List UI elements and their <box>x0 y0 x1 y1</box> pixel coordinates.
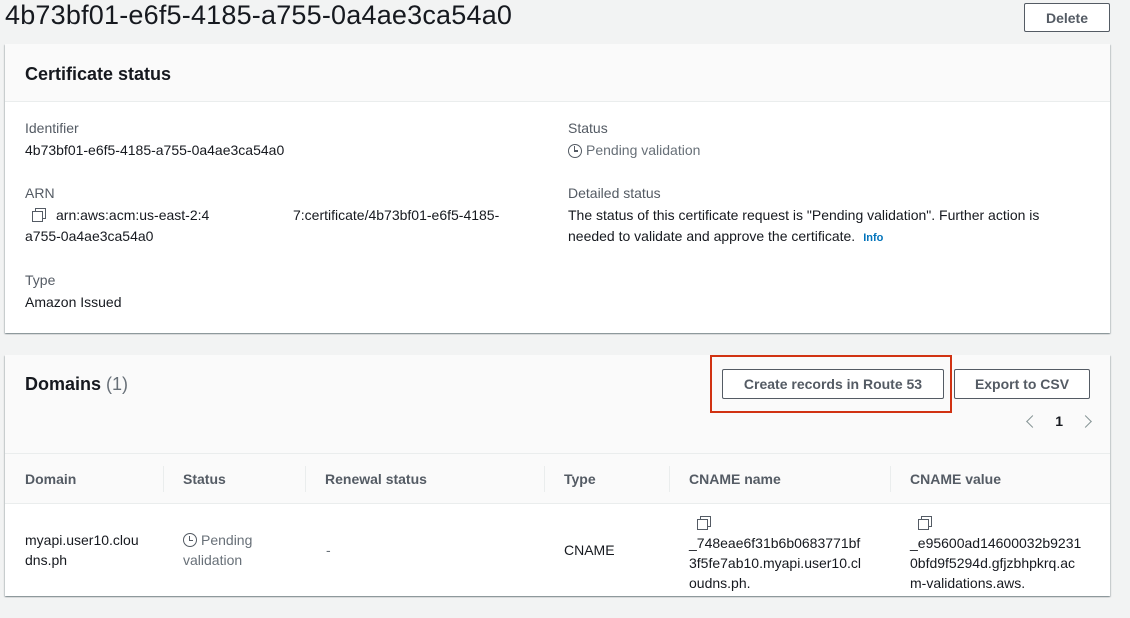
identifier-field: Identifier 4b73bf01-e6f5-4185-a755-0a4ae… <box>25 120 284 161</box>
copy-icon[interactable] <box>918 516 932 530</box>
column-header-type-label: Type <box>564 471 596 487</box>
delete-button[interactable]: Delete <box>1024 3 1110 32</box>
column-header-status[interactable]: Status <box>163 454 305 504</box>
column-separator <box>163 466 164 492</box>
info-link[interactable]: Info <box>863 232 883 244</box>
detailed-status-field: Detailed status The status of this certi… <box>568 185 1088 249</box>
row-status-line1: Pending <box>201 532 253 548</box>
cname-value-line1: _e95600ad14600032b9231 <box>910 535 1082 551</box>
column-header-cname-name-label: CNAME name <box>689 471 781 487</box>
status-cell: Pending validation <box>183 530 252 570</box>
clock-icon <box>183 533 197 547</box>
identifier-label: Identifier <box>25 120 79 136</box>
column-separator <box>305 466 306 492</box>
cname-value-line3: m-validations.aws. <box>910 575 1026 591</box>
cname-name-line2: 3f5fe7ab10.myapi.user10.cl <box>689 555 861 571</box>
type-label: Type <box>25 272 56 288</box>
page-number[interactable]: 1 <box>1055 413 1063 429</box>
create-records-button[interactable]: Create records in Route 53 <box>722 369 944 399</box>
domains-header: Domains (1) Create records in Route 53 E… <box>5 355 1110 454</box>
domains-title-text: Domains <box>25 374 102 394</box>
column-header-domain[interactable]: Domain <box>5 454 163 504</box>
cname-value-cell: _e95600ad14600032b9231 0bfd9f5294d.gfjzb… <box>910 513 1081 593</box>
column-header-cname-name[interactable]: CNAME name <box>669 454 890 504</box>
status-label: Status <box>568 120 608 136</box>
domain-cell: myapi.user10.clou dns.ph <box>25 530 139 570</box>
type-value: Amazon Issued <box>25 294 122 310</box>
chevron-right-icon[interactable] <box>1079 414 1092 428</box>
status-value: Pending validation <box>568 140 700 161</box>
column-separator <box>544 466 545 492</box>
page-title: 4b73bf01-e6f5-4185-a755-0a4ae3ca54a0 <box>5 0 513 30</box>
status-text: Pending validation <box>586 142 701 158</box>
cname-name-cell: _748eae6f31b6b0683771bf 3f5fe7ab10.myapi… <box>689 513 861 593</box>
type-field: Type Amazon Issued <box>25 272 122 313</box>
column-header-cname-value-label: CNAME value <box>910 471 1002 487</box>
copy-icon[interactable] <box>697 516 711 530</box>
copy-icon[interactable] <box>32 208 46 222</box>
detailed-status-label: Detailed status <box>568 185 661 201</box>
column-header-cname-value[interactable]: CNAME value <box>890 454 1110 504</box>
chevron-left-icon[interactable] <box>1026 414 1040 428</box>
cname-name-line1: _748eae6f31b6b0683771bf <box>689 535 861 551</box>
status-field: Status Pending validation <box>568 120 700 161</box>
domains-title: Domains (1) <box>25 374 128 395</box>
cname-name-line3: oudns.ph. <box>689 575 751 591</box>
certificate-status-panel: Certificate status Identifier 4b73bf01-e… <box>5 44 1110 333</box>
arn-value-line2: a755-0a4ae3ca54a0 <box>25 228 154 244</box>
column-header-status-label: Status <box>183 471 226 487</box>
arn-value-part1: arn:aws:acm:us-east-2:4 <box>56 207 210 223</box>
export-csv-button[interactable]: Export to CSV <box>954 369 1090 399</box>
certificate-status-header: Certificate status <box>5 44 1110 102</box>
type-cell: CNAME <box>564 542 615 558</box>
table-header: Domain Status Renewal status Type CNAME … <box>5 454 1110 504</box>
domains-count: (1) <box>106 374 129 394</box>
identifier-value: 4b73bf01-e6f5-4185-a755-0a4ae3ca54a0 <box>25 142 285 158</box>
column-header-renewal-status[interactable]: Renewal status <box>305 454 544 504</box>
row-status-line2: validation <box>183 552 243 568</box>
column-header-type[interactable]: Type <box>544 454 669 504</box>
pagination: 1 <box>1026 413 1092 429</box>
cname-value-line2: 0bfd9f5294d.gfjzbhpkrq.ac <box>910 555 1076 571</box>
detailed-status-line1: The status of this certificate request i… <box>568 207 1040 223</box>
detailed-status-line2: needed to validate and approve the certi… <box>568 228 856 244</box>
arn-value-part2: 7:certificate/4b73bf01-e6f5-4185- <box>293 207 500 223</box>
renewal-status-cell: - <box>326 542 331 558</box>
detailed-status-value: The status of this certificate request i… <box>568 205 1088 249</box>
domain-line2: dns.ph <box>25 552 68 568</box>
arn-field: ARN arn:aws:acm:us-east-2:4 7:certificate… <box>25 185 545 247</box>
domains-panel: Domains (1) Create records in Route 53 E… <box>5 355 1110 596</box>
arn-value: arn:aws:acm:us-east-2:4 7:certificate/4b7… <box>25 205 545 247</box>
column-separator <box>669 466 670 492</box>
clock-icon <box>568 143 582 158</box>
domain-line1: myapi.user10.clou <box>25 532 139 548</box>
certificate-status-title: Certificate status <box>25 64 172 84</box>
column-header-renewal-label: Renewal status <box>325 471 427 487</box>
column-separator <box>890 466 891 492</box>
arn-label: ARN <box>25 185 55 201</box>
